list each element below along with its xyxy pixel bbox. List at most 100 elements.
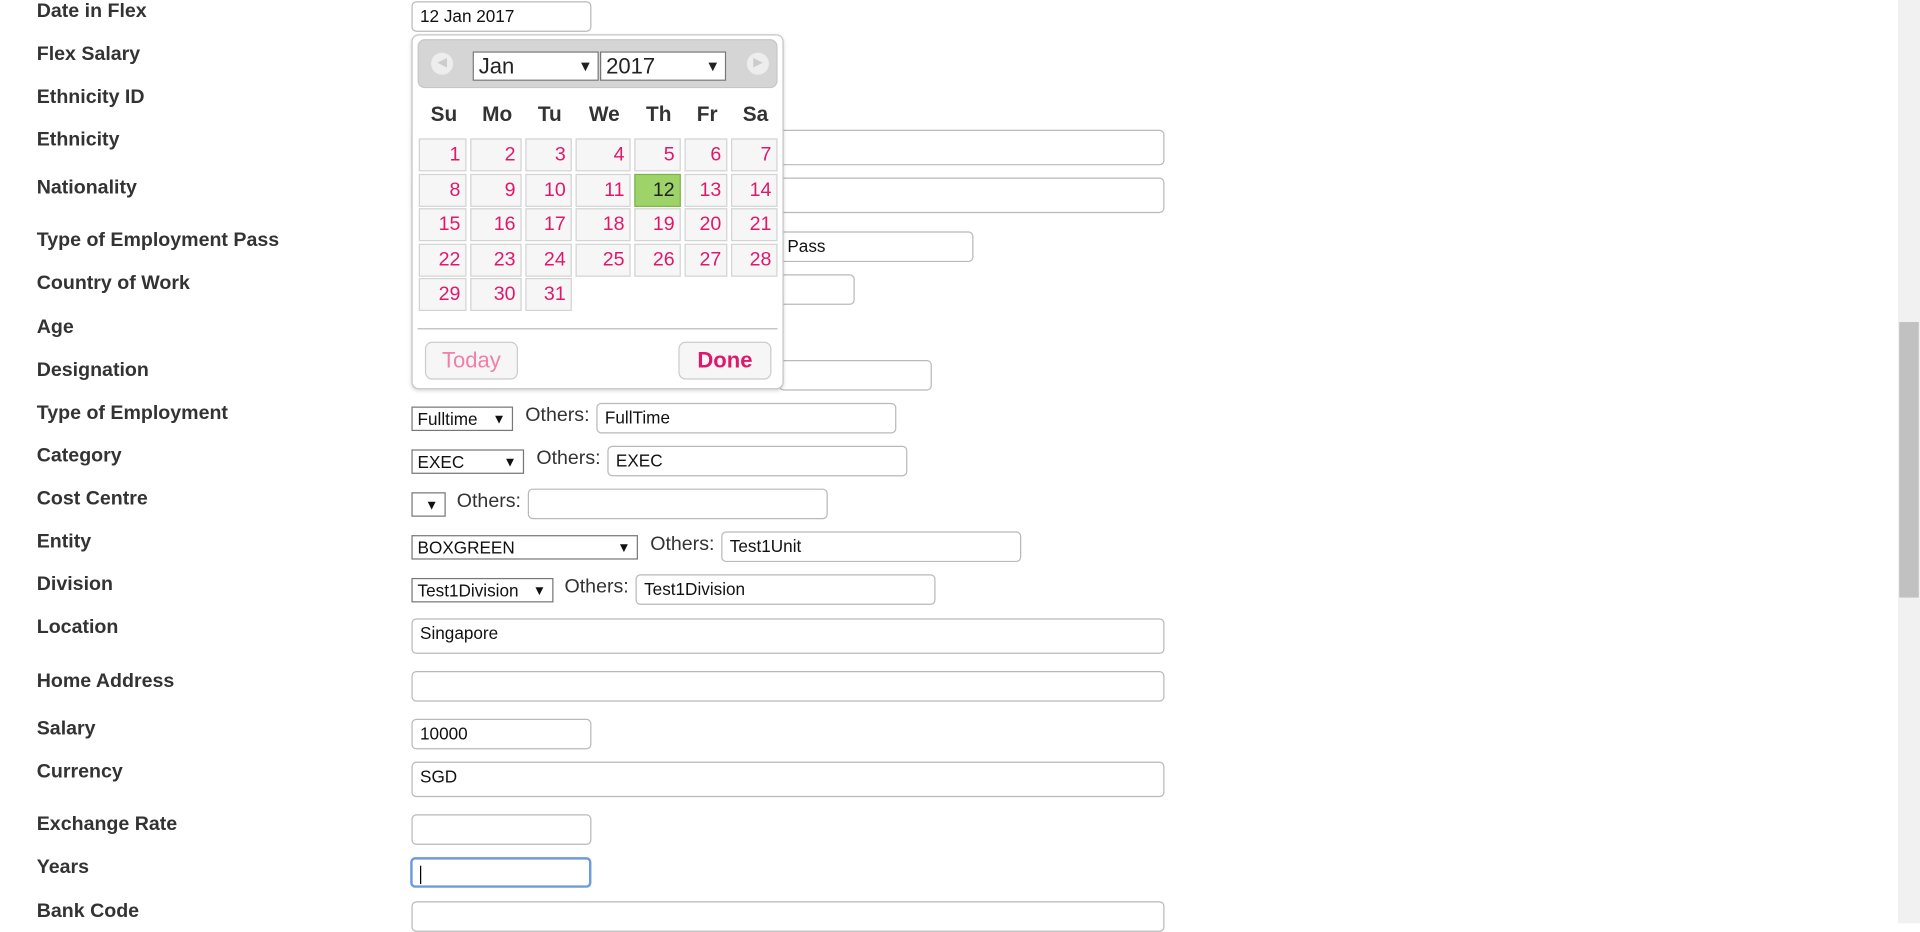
label-date-in-flex: Date in Flex <box>36 1 147 23</box>
day-cell[interactable]: 6 <box>684 138 728 172</box>
type-of-employment-others-input[interactable]: FullTime <box>596 402 897 434</box>
chevron-down-icon: ▼ <box>532 584 547 599</box>
day-cell[interactable]: 10 <box>525 173 572 207</box>
label-division: Division <box>36 574 113 596</box>
label-type-of-employment-pass: Type of Employment Pass <box>36 230 280 252</box>
done-button[interactable]: Done <box>678 341 772 380</box>
day-cell[interactable]: 27 <box>684 243 728 277</box>
label-years: Years <box>36 857 90 878</box>
label-salary: Salary <box>36 718 96 740</box>
weekday-mo: Mo <box>482 102 513 127</box>
day-cell[interactable]: 28 <box>731 243 778 277</box>
prev-arrow-icon[interactable]: ◀ <box>431 52 454 75</box>
date-in-flex-input[interactable]: 12 Jan 2017 <box>411 1 592 32</box>
home-address-field[interactable] <box>411 671 1165 702</box>
day-cell[interactable]: 15 <box>418 208 467 242</box>
day-cell[interactable]: 14 <box>731 173 778 207</box>
day-cell[interactable]: 4 <box>575 138 631 172</box>
others-label: Others: <box>456 491 521 512</box>
years-input[interactable] <box>410 857 592 888</box>
day-cell[interactable]: 29 <box>418 277 467 312</box>
selected-day-cell[interactable]: 12 <box>634 173 681 207</box>
day-cell[interactable]: 30 <box>470 277 522 312</box>
chevron-down-icon: ▼ <box>617 541 631 556</box>
label-category: Category <box>36 445 122 467</box>
others-label: Others: <box>536 448 601 469</box>
day-cell[interactable]: 7 <box>731 138 778 172</box>
entity-select-value: BOXGREEN <box>417 537 515 558</box>
day-cell[interactable]: 18 <box>575 208 631 242</box>
day-cell[interactable]: 25 <box>575 243 631 277</box>
currency-field[interactable]: SGD <box>411 761 1165 798</box>
entity-others-input[interactable]: Test1Unit <box>721 531 1022 563</box>
label-ethnicity: Ethnicity <box>36 129 120 151</box>
division-select[interactable]: Test1Division ▼ <box>411 577 554 603</box>
weekday-fr: Fr <box>696 102 718 127</box>
chevron-down-icon: ▼ <box>578 57 593 75</box>
others-label: Others: <box>564 576 629 598</box>
exchange-rate-input[interactable] <box>411 814 592 845</box>
day-cell[interactable]: 3 <box>525 138 572 172</box>
day-cell[interactable]: 26 <box>634 243 681 277</box>
label-exchange-rate: Exchange Rate <box>36 814 178 836</box>
day-cell[interactable]: 20 <box>684 208 728 242</box>
country-of-work-input[interactable] <box>778 274 855 305</box>
day-cell[interactable]: 5 <box>634 138 681 172</box>
datepicker: ◀ Jan ▼ 2017 ▼ ▶ Su Mo Tu We Th Fr Sa 1234567891… <box>411 34 784 390</box>
day-cell[interactable]: 11 <box>575 173 631 207</box>
weekday-sa: Sa <box>742 102 769 127</box>
label-designation: Designation <box>36 360 149 381</box>
day-cell[interactable]: 13 <box>684 173 728 207</box>
label-country-of-work: Country of Work <box>36 273 190 294</box>
divider <box>417 328 778 330</box>
next-arrow-icon[interactable]: ▶ <box>746 52 769 75</box>
label-bank-code: Bank Code <box>36 901 140 923</box>
day-cell[interactable]: 16 <box>470 208 522 242</box>
label-nationality: Nationality <box>36 177 137 199</box>
day-cell[interactable]: 31 <box>525 277 572 312</box>
label-location: Location <box>36 617 119 638</box>
day-cell[interactable]: 22 <box>418 243 467 277</box>
label-entity: Entity <box>36 531 92 553</box>
others-label: Others: <box>650 533 715 555</box>
weekday-we: We <box>588 102 620 127</box>
day-cell[interactable]: 17 <box>525 208 572 242</box>
month-select[interactable]: Jan ▼ <box>472 51 599 81</box>
label-cost-centre: Cost Centre <box>36 488 148 510</box>
chevron-down-icon: ▼ <box>492 412 506 428</box>
label-currency: Currency <box>36 761 123 783</box>
day-cell[interactable]: 8 <box>418 173 467 207</box>
label-type-of-employment: Type of Employment <box>36 402 228 424</box>
day-cell[interactable]: 2 <box>470 138 522 172</box>
day-cell[interactable]: 23 <box>470 243 522 277</box>
type-of-employment-select[interactable]: Fulltime ▼ <box>411 406 514 432</box>
cost-centre-others-input[interactable] <box>527 488 828 520</box>
today-button[interactable]: Today <box>424 341 518 380</box>
label-flex-salary: Flex Salary <box>36 44 141 65</box>
day-cell[interactable]: 19 <box>634 208 681 242</box>
salary-input[interactable]: 10000 <box>411 718 592 750</box>
chevron-down-icon: ▼ <box>705 57 721 75</box>
weekday-th: Th <box>646 102 672 127</box>
type-of-employment-select-value: Fulltime <box>417 408 478 429</box>
location-field[interactable]: Singapore <box>411 618 1165 654</box>
day-cell[interactable]: 21 <box>731 208 778 242</box>
month-select-value: Jan <box>478 53 515 79</box>
category-select[interactable]: EXEC ▼ <box>411 449 525 474</box>
weekday-su: Su <box>430 102 458 127</box>
cost-centre-select[interactable]: ▼ <box>411 492 446 517</box>
entity-select[interactable]: BOXGREEN ▼ <box>411 535 638 560</box>
day-cell[interactable]: 24 <box>525 243 572 277</box>
day-cell[interactable]: 1 <box>418 138 467 172</box>
division-others-input[interactable]: Test1Division <box>635 574 936 605</box>
category-others-input[interactable]: EXEC <box>607 445 908 477</box>
bank-code-field[interactable] <box>411 901 1165 932</box>
label-home-address: Home Address <box>36 671 175 692</box>
designation-input[interactable] <box>778 360 932 391</box>
year-select[interactable]: 2017 ▼ <box>600 51 727 81</box>
day-cell[interactable]: 9 <box>470 173 522 207</box>
scrollbar-thumb[interactable] <box>1899 322 1919 598</box>
employment-pass-others-input[interactable]: Pass <box>778 231 974 263</box>
datepicker-header: ◀ Jan ▼ 2017 ▼ ▶ <box>417 39 778 89</box>
chevron-down-icon: ▼ <box>425 498 439 514</box>
